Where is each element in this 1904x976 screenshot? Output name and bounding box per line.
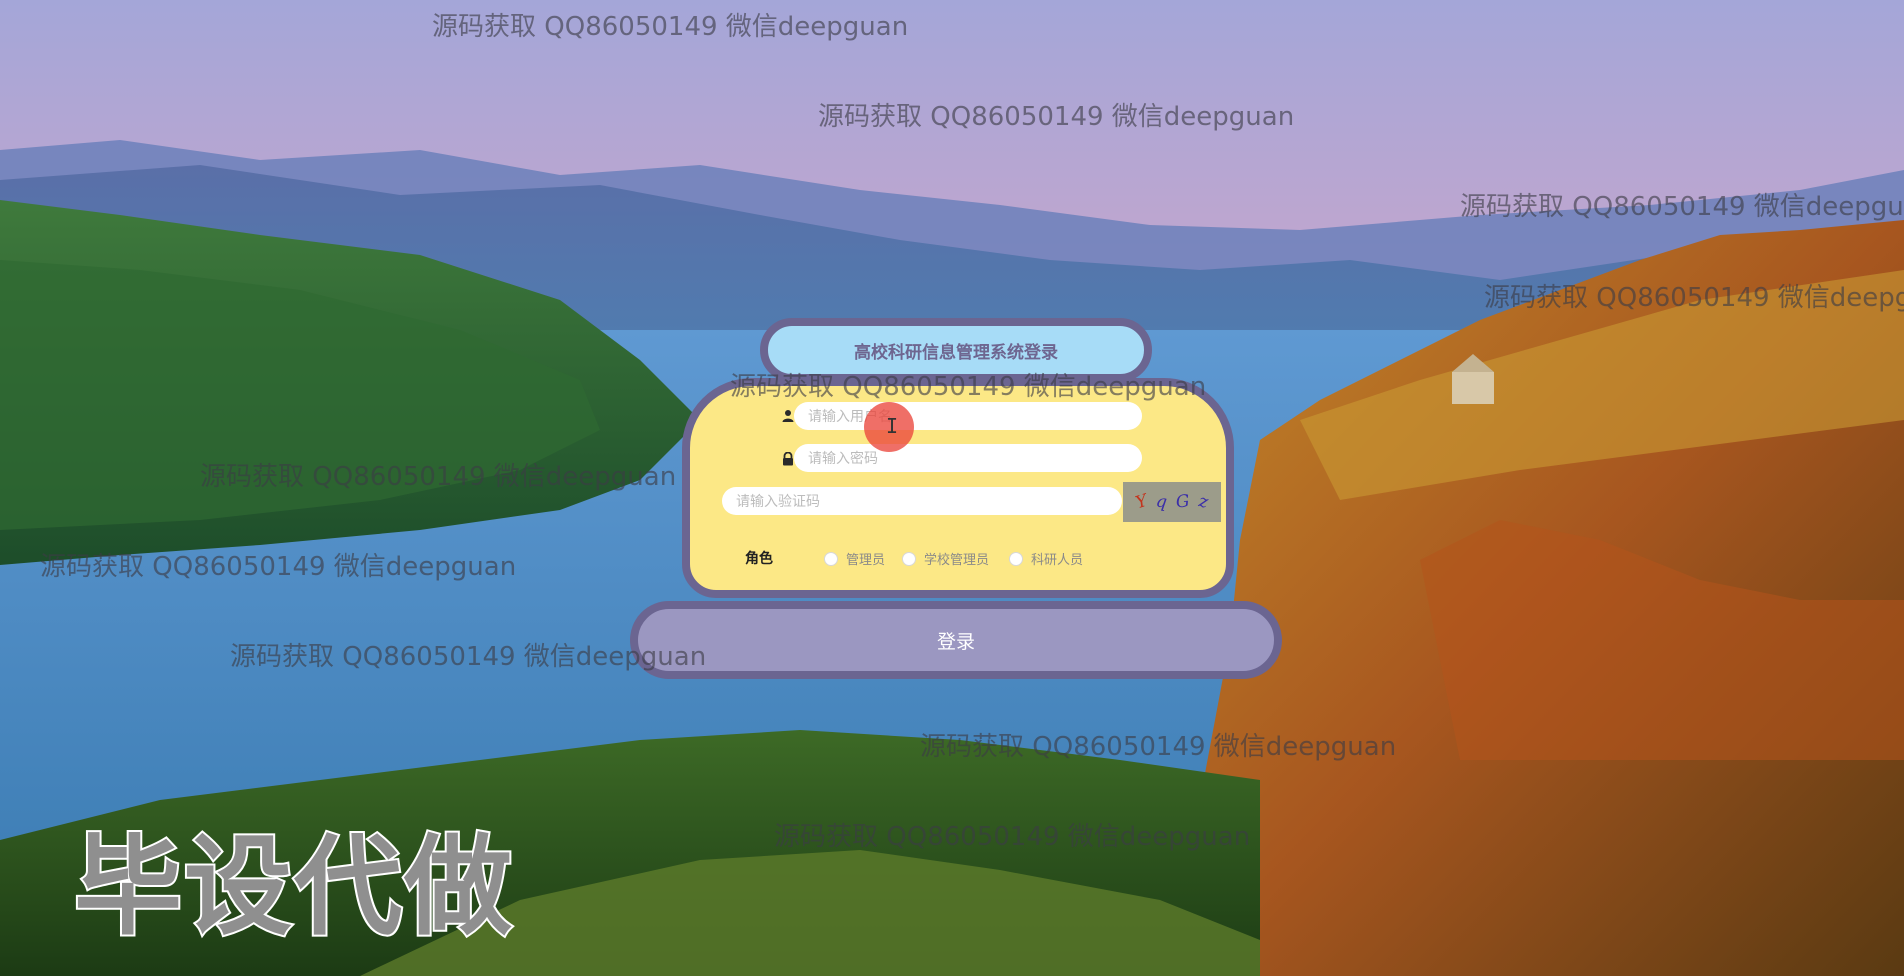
captcha-input[interactable]: 请输入验证码: [722, 487, 1122, 515]
watermark: 源码获取 QQ86050149 微信deepguan: [920, 732, 1397, 762]
watermark: 源码获取 QQ86050149 微信deepguan: [432, 12, 909, 42]
captcha-char: G: [1175, 491, 1192, 513]
role-option-label: 管理员: [846, 553, 886, 568]
captcha-placeholder: 请输入验证码: [736, 494, 820, 510]
role-option-label: 科研人员: [1031, 553, 1084, 568]
role-option-school-admin[interactable]: 学校管理员: [902, 549, 989, 568]
user-icon: [781, 408, 795, 422]
radio-button[interactable]: [824, 551, 838, 566]
captcha-char: Y: [1132, 490, 1150, 514]
login-button-label: 登录: [936, 630, 975, 653]
captcha-image[interactable]: Y q G z: [1123, 482, 1221, 522]
watermark: 源码获取 QQ86050149 微信deepguan: [200, 462, 677, 492]
role-option-label: 学校管理员: [924, 553, 990, 568]
lock-icon: [781, 451, 795, 466]
watermark: 源码获取 QQ86050149 微信deepguan: [818, 102, 1295, 132]
radio-button[interactable]: [902, 551, 916, 566]
watermark: 源码获取 QQ86050149 微信deepguan: [230, 642, 707, 672]
username-input[interactable]: 请输入用户名: [794, 402, 1142, 430]
watermark: 源码获取 QQ86050149 微信deepguan: [730, 372, 1207, 402]
role-option-researcher[interactable]: 科研人员: [1009, 549, 1083, 568]
password-input[interactable]: 请输入密码: [794, 444, 1142, 472]
role-label: 角色: [745, 551, 773, 567]
login-title-text: 高校科研信息管理系统登录: [854, 342, 1058, 363]
login-button[interactable]: 登录: [630, 601, 1282, 679]
role-option-admin[interactable]: 管理员: [824, 549, 885, 568]
watermark: 源码获取 QQ86050149 微信deepguan: [774, 822, 1251, 852]
radio-button[interactable]: [1009, 551, 1023, 566]
captcha-char: q: [1154, 491, 1169, 513]
watermark: 源码获取 QQ86050149 微信deepguan: [1460, 192, 1904, 222]
watermark: 源码获取 QQ86050149 微信deepguan: [1484, 283, 1904, 313]
watermark: 源码获取 QQ86050149 微信deepguan: [40, 552, 517, 582]
captcha-char: z: [1197, 491, 1211, 513]
overlay-banner-text: 毕设代做: [72, 823, 515, 952]
password-placeholder: 请输入密码: [808, 451, 878, 467]
text-cursor-icon: I: [886, 414, 899, 438]
